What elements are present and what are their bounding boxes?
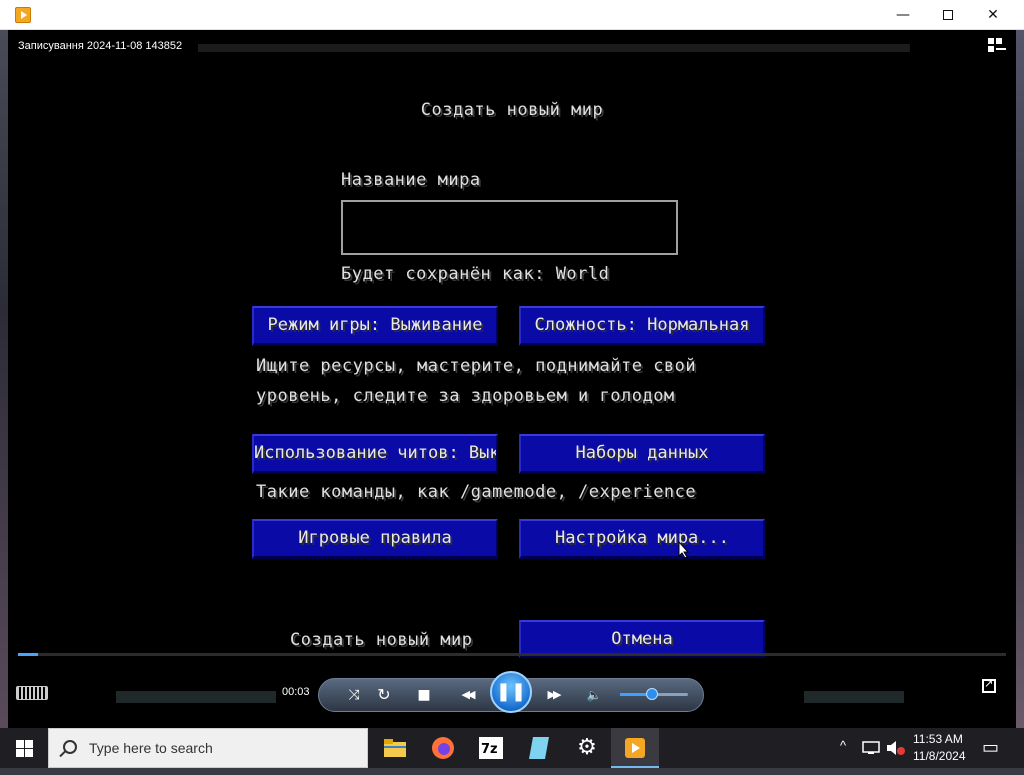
view-icon-bar: [996, 48, 1006, 50]
start-button[interactable]: [0, 728, 48, 768]
game-rules-button[interactable]: Игровые правила: [252, 519, 498, 559]
maximize-icon: [943, 10, 953, 20]
folder-icon: [384, 739, 406, 757]
clock-time[interactable]: 11:53 AM: [913, 732, 963, 746]
firefox-logo-icon: [432, 737, 454, 759]
windows-logo-icon: [16, 740, 24, 748]
datapacks-button[interactable]: Наборы данных: [519, 434, 765, 474]
settings-icon[interactable]: ⚙: [563, 728, 611, 768]
create-world-button[interactable]: Создать новый мир: [290, 630, 473, 650]
view-icon-square: [988, 46, 994, 52]
previous-button[interactable]: ◀◀: [452, 681, 482, 709]
view-icon-square: [996, 38, 1002, 44]
pause-button[interactable]: ❚❚: [490, 671, 532, 713]
stop-button[interactable]: ■: [414, 681, 434, 709]
create-world-title: Создать новый мир: [420, 100, 604, 120]
media-player-taskbar-icon[interactable]: [611, 728, 659, 768]
shuffle-button[interactable]: ⤨: [342, 681, 366, 709]
elapsed-time: 00:03: [282, 686, 310, 698]
next-button[interactable]: ▶▶: [538, 681, 568, 709]
fullscreen-icon[interactable]: [982, 677, 996, 693]
tray-overflow-chevron[interactable]: ^: [840, 738, 846, 753]
seek-bar[interactable]: [18, 653, 1006, 656]
game-mode-description-line-2: уровень, следите за здоровьем и голодом: [256, 386, 675, 406]
seek-bar-played: [18, 653, 38, 656]
save-as-text: Будет сохранён как: World: [341, 264, 610, 284]
7zip-icon[interactable]: 7z: [467, 728, 515, 768]
media-player-icon: [625, 738, 645, 758]
title-overlay-bar: [198, 44, 910, 52]
svg-text:7z: 7z: [481, 742, 498, 757]
volume-muted-icon[interactable]: [886, 740, 906, 756]
compact-view-icon[interactable]: [988, 38, 1006, 54]
repeat-button[interactable]: ↻: [372, 681, 396, 709]
video-player[interactable]: Записування 2024-11-08 143852 Создать но…: [8, 30, 1016, 728]
blurred-background-strip: [804, 691, 904, 703]
playback-status-icon: [16, 686, 48, 700]
world-name-label: Название мира: [341, 170, 481, 190]
firefox-icon[interactable]: [419, 728, 467, 768]
minimize-button[interactable]: —: [880, 0, 926, 30]
blurred-background-strip: [116, 691, 276, 703]
windows-taskbar: Type here to search 7z ⚙ ^ 11:53 AM 11/8…: [0, 728, 1024, 768]
notes-app-icon[interactable]: [515, 728, 563, 768]
clock-date[interactable]: 11/8/2024: [913, 749, 966, 763]
cheats-button[interactable]: Использование читов: Выкл: [252, 434, 498, 474]
desktop-background-right: [1016, 30, 1024, 728]
notepad-icon: [529, 737, 549, 759]
file-explorer-icon[interactable]: [371, 728, 419, 768]
video-file-title: Записування 2024-11-08 143852: [18, 40, 183, 52]
search-placeholder: Type here to search: [89, 740, 213, 756]
volume-slider-thumb[interactable]: [646, 688, 658, 700]
media-player-app-icon: [15, 7, 31, 23]
windows-logo-icon: [25, 740, 33, 748]
windows-logo-icon: [16, 749, 24, 757]
gear-icon: ⚙: [577, 735, 597, 760]
7zip-logo-icon: 7z: [479, 737, 503, 759]
game-mode-description-line-1: Ищите ресурсы, мастерите, поднимайте сво…: [256, 356, 697, 376]
mouse-cursor-icon: [678, 541, 690, 559]
window-titlebar: — ✕: [0, 0, 1024, 30]
world-settings-button[interactable]: Настройка мира...: [519, 519, 765, 559]
desktop-background-left: [0, 30, 8, 728]
search-icon: [63, 740, 77, 754]
maximize-button[interactable]: [925, 0, 971, 30]
close-button[interactable]: ✕: [970, 0, 1016, 30]
volume-button[interactable]: 🔈: [582, 681, 606, 709]
windows-logo-icon: [25, 749, 33, 757]
network-icon[interactable]: [862, 741, 880, 755]
cheats-description: Такие команды, как /gamemode, /experienc…: [256, 482, 697, 502]
view-icon-square: [988, 38, 994, 44]
game-mode-button[interactable]: Режим игры: Выживание: [252, 306, 498, 346]
taskbar-search-box[interactable]: Type here to search: [48, 728, 368, 768]
notification-center-icon[interactable]: ▭: [982, 737, 999, 758]
difficulty-button[interactable]: Сложность: Нормальная: [519, 306, 765, 346]
world-name-input[interactable]: [341, 200, 678, 255]
